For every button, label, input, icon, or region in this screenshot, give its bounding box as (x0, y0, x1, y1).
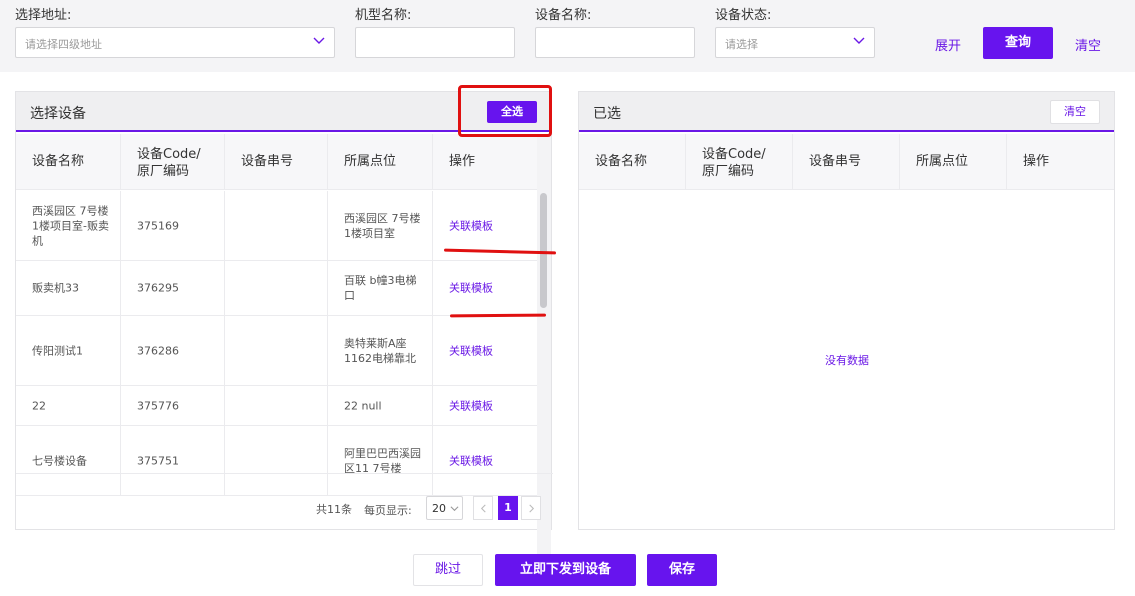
table-row: 贩卖机33 376295 百联 b幢3电梯口 关联模板 (16, 261, 537, 316)
annotation-box (458, 85, 552, 137)
table-header: 设备名称 设备Code/ 原厂编码 设备串号 所属点位 操作 (16, 134, 537, 190)
location-cell: 阿里巴巴西溪园区11 7号楼 (344, 446, 421, 475)
link-template-button[interactable]: 关联模板 (449, 218, 531, 233)
skip-button[interactable]: 跳过 (413, 554, 483, 586)
col-serial: 设备串号 (793, 134, 900, 190)
filter-clear-button[interactable]: 清空 (1075, 35, 1101, 54)
location-cell: 百联 b幢3电梯口 (344, 274, 417, 302)
device-name-input[interactable] (535, 27, 695, 58)
prev-page-button[interactable] (473, 496, 493, 520)
device-name-cell: 贩卖机33 (32, 281, 79, 295)
page-size-label: 每页显示: (364, 504, 412, 517)
col-action: 操作 (449, 154, 476, 169)
link-template-button[interactable]: 关联模板 (449, 453, 531, 468)
col-device-name: 设备名称 (16, 134, 121, 190)
model-label: 机型名称: (355, 8, 412, 23)
send-to-device-button[interactable]: 立即下发到设备 (495, 554, 636, 586)
link-template-button[interactable]: 关联模板 (449, 281, 531, 296)
device-name-cell: 西溪园区 7号楼1楼项目室-贩卖机 (32, 204, 109, 247)
address-select[interactable]: 请选择四级地址 (15, 27, 335, 58)
select-device-panel: 选择设备 全选 设备名称 设备Code/ 原厂编码 设备串号 所属点位 操作 西… (15, 91, 553, 564)
page-size-value: 20 (432, 502, 446, 515)
table-header: 设备名称 设备Code/ 原厂编码 设备串号 所属点位 操作 (579, 134, 1114, 190)
chevron-right-icon (529, 504, 535, 513)
total-count: 共11条 (316, 503, 352, 516)
device-code-cell: 375776 (137, 399, 179, 412)
selected-panel: 已选 清空 设备名称 设备Code/ 原厂编码 设备串号 所属点位 操作 没有数… (578, 91, 1115, 530)
next-page-button[interactable] (521, 496, 541, 520)
device-code-cell: 376295 (137, 281, 179, 295)
link-template-button[interactable]: 关联模板 (449, 398, 531, 413)
col-action: 操作 (1023, 154, 1050, 169)
model-input[interactable] (355, 27, 515, 58)
location-cell: 奥特莱斯A座1162电梯靠北 (344, 336, 416, 365)
panel-title: 选择设备 (30, 106, 86, 122)
address-label: 选择地址: (15, 8, 72, 23)
device-name-cell: 七号楼设备 (32, 454, 87, 467)
empty-state: 没有数据 (825, 354, 869, 367)
chevron-down-icon (313, 37, 325, 44)
status-select[interactable]: 请选择 (715, 27, 875, 58)
col-device-code: 设备Code/ 原厂编码 (686, 134, 793, 190)
current-page[interactable]: 1 (498, 496, 518, 520)
col-location: 所属点位 (900, 134, 1007, 190)
chevron-left-icon (480, 504, 486, 513)
col-device-code: 设备Code/ 原厂编码 (121, 134, 225, 190)
query-button[interactable]: 查询 (983, 27, 1053, 59)
device-code-cell: 375169 (137, 219, 179, 232)
device-name-label: 设备名称: (535, 8, 592, 23)
col-serial: 设备串号 (225, 134, 328, 190)
page-size-select[interactable]: 20 (426, 496, 463, 520)
table-row: 传阳测试1 376286 奥特莱斯A座1162电梯靠北 关联模板 (16, 316, 537, 386)
link-template-button[interactable]: 关联模板 (449, 343, 531, 358)
pagination: 共11条 每页显示: 20 1 (16, 473, 553, 529)
status-label: 设备状态: (715, 8, 772, 23)
device-code-cell: 375751 (137, 454, 179, 467)
status-placeholder: 请选择 (725, 38, 758, 51)
device-code-cell: 376286 (137, 344, 179, 357)
filter-bar: 选择地址: 请选择四级地址 机型名称: 设备名称: 设备状态: 请选择 展开 查… (0, 0, 1135, 72)
col-location: 所属点位 (328, 134, 433, 190)
address-placeholder: 请选择四级地址 (25, 38, 102, 51)
device-name-cell: 传阳测试1 (32, 344, 83, 357)
clear-selected-button[interactable]: 清空 (1050, 100, 1100, 124)
chevron-down-icon (450, 506, 459, 512)
chevron-down-icon (853, 37, 865, 44)
location-cell: 西溪园区 7号楼1楼项目室 (344, 211, 421, 240)
device-name-cell: 22 (32, 399, 46, 412)
expand-button[interactable]: 展开 (935, 35, 961, 54)
col-device-name: 设备名称 (579, 134, 686, 190)
panel-title: 已选 (593, 106, 621, 122)
table-row: 22 375776 22 null 关联模板 (16, 386, 537, 426)
save-button[interactable]: 保存 (647, 554, 717, 586)
location-cell: 22 null (344, 399, 382, 412)
selected-header: 已选 清空 (579, 92, 1114, 132)
